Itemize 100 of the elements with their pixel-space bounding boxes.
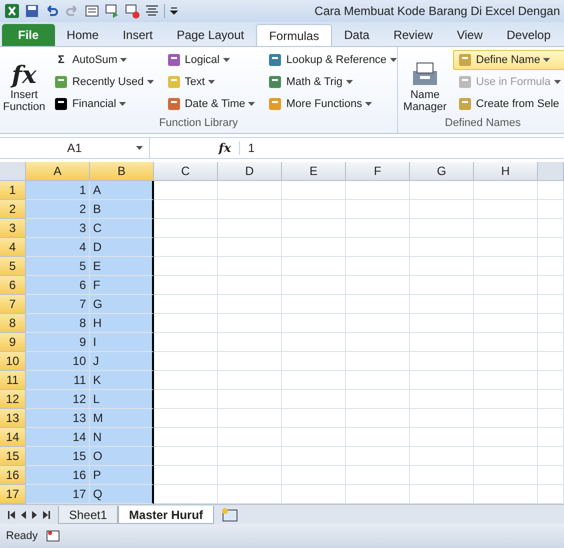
caret-icon[interactable] (208, 80, 215, 84)
ribbon-tab[interactable]: Insert (110, 24, 165, 46)
row-header[interactable]: 1 (0, 181, 26, 200)
table-cell: B (90, 200, 154, 219)
column-header[interactable]: E (282, 162, 346, 181)
table-cell: 10 (26, 352, 90, 371)
table-cell: 7 (26, 295, 90, 314)
first-sheet-icon[interactable] (8, 511, 15, 519)
caret-icon[interactable] (119, 102, 126, 106)
ribbon-button[interactable]: Logical (162, 50, 260, 70)
table-cell: L (90, 390, 154, 409)
insert-function-button[interactable]: fx Insert Function (3, 50, 46, 117)
name-box[interactable]: A1 (0, 138, 150, 158)
row-header[interactable]: 16 (0, 466, 26, 485)
table-cell: M (90, 409, 154, 428)
ribbon-tab[interactable]: Home (54, 24, 111, 46)
row-header[interactable]: 11 (0, 371, 26, 390)
group-label: Defined Names (444, 117, 522, 131)
table-cell: 1 (26, 181, 90, 200)
caret-icon[interactable] (248, 102, 256, 106)
insert-function-button[interactable]: fx (150, 141, 240, 155)
save-icon[interactable] (24, 3, 40, 19)
next-sheet-icon[interactable] (32, 511, 37, 519)
row-header[interactable]: 6 (0, 276, 26, 295)
ribbon-tab[interactable]: Develop (494, 24, 563, 46)
ribbon-button[interactable]: Date & Time (162, 94, 260, 114)
ribbon-tab[interactable]: Page Layout (164, 24, 256, 46)
table-cell: Q (90, 485, 154, 504)
table-cell: 8 (26, 314, 90, 333)
table-cell: 12 (26, 390, 90, 409)
table-cell: H (90, 314, 154, 333)
row-header[interactable]: 7 (0, 295, 26, 314)
table-cell: 2 (26, 200, 90, 219)
ribbon-button[interactable]: More Functions (263, 94, 401, 114)
row-header[interactable]: 12 (0, 390, 26, 409)
row-header[interactable]: 4 (0, 238, 26, 257)
caret-icon[interactable] (365, 102, 372, 106)
table-cell: 13 (26, 409, 90, 428)
sheet-tab[interactable]: Master Huruf (118, 506, 214, 524)
row-header[interactable]: 5 (0, 257, 26, 276)
caret-icon[interactable] (136, 146, 143, 150)
ribbon-button[interactable]: Math & Trig (263, 72, 401, 92)
select-all-corner[interactable] (0, 162, 26, 181)
column-header[interactable]: B (90, 162, 154, 181)
table-cell: I (90, 333, 154, 352)
ribbon-tab[interactable]: Data (332, 24, 382, 46)
table-cell: N (90, 428, 154, 447)
fx-icon: fx (12, 61, 36, 89)
ribbon-button[interactable]: Recently Used (49, 72, 158, 92)
row-header[interactable]: 13 (0, 409, 26, 428)
row-header[interactable]: 10 (0, 352, 26, 371)
last-sheet-icon[interactable] (43, 511, 50, 519)
ribbon-tab[interactable]: Formulas (256, 24, 332, 46)
window-title: Cara Membuat Kode Barang Di Excel Dengan (314, 4, 560, 18)
row-header[interactable]: 15 (0, 447, 26, 466)
caret-icon[interactable] (543, 58, 550, 62)
row-header[interactable]: 3 (0, 219, 26, 238)
caret-icon[interactable] (146, 80, 154, 84)
ribbon-button[interactable]: Financial (49, 94, 158, 114)
macro-record-icon[interactable] (46, 529, 60, 543)
table-cell: 4 (26, 238, 90, 257)
ribbon-tab[interactable]: Review (381, 24, 445, 46)
column-header[interactable]: G (410, 162, 474, 181)
table-cell: 9 (26, 333, 90, 352)
ribbon-tab[interactable]: View (444, 24, 495, 46)
table-cell: O (90, 447, 154, 466)
column-header[interactable]: A (26, 162, 90, 181)
table-cell: J (90, 352, 154, 371)
status-text: Ready (6, 530, 38, 542)
table-cell: 6 (26, 276, 90, 295)
caret-icon[interactable] (346, 80, 353, 84)
row-header[interactable]: 2 (0, 200, 26, 219)
column-header[interactable]: D (218, 162, 282, 181)
name-manager-button[interactable]: Name Manager (401, 50, 449, 117)
caret-icon[interactable] (120, 58, 128, 62)
row-header[interactable]: 9 (0, 333, 26, 352)
table-cell: 15 (26, 447, 90, 466)
table-cell: 16 (26, 466, 90, 485)
ribbon-button[interactable]: Lookup & Reference (263, 50, 401, 70)
caret-icon[interactable] (222, 58, 230, 62)
caret-icon[interactable] (390, 58, 397, 62)
row-header[interactable]: 14 (0, 428, 26, 447)
column-header[interactable] (538, 162, 564, 181)
table-cell: K (90, 371, 154, 390)
column-header[interactable]: F (346, 162, 410, 181)
column-header[interactable]: H (474, 162, 538, 181)
sheet-tab[interactable]: Sheet1 (58, 506, 118, 524)
form-icon[interactable] (84, 3, 100, 19)
ribbon-button[interactable]: Create from Sele (453, 94, 564, 114)
ribbon-button[interactable]: Σ AutoSum (49, 50, 158, 70)
row-header[interactable]: 8 (0, 314, 26, 333)
table-cell: E (90, 257, 154, 276)
column-header[interactable]: C (154, 162, 218, 181)
ribbon-button[interactable]: Define Name (453, 50, 564, 70)
previous-sheet-icon[interactable] (21, 511, 26, 519)
row-header[interactable]: 17 (0, 485, 26, 504)
excel-logo-icon[interactable] (4, 3, 20, 19)
formula-input[interactable]: 1 (240, 141, 255, 155)
ribbon-button[interactable]: Text (162, 72, 260, 92)
file-tab[interactable]: File (2, 24, 55, 46)
